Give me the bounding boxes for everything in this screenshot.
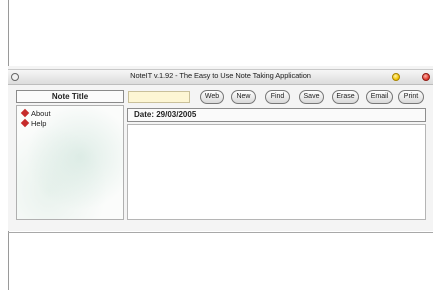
title-bar: NoteIT v.1.92 - The Easy to Use Note Tak… — [8, 69, 433, 85]
note-list: About Help — [16, 105, 124, 220]
note-bullet-icon — [20, 108, 30, 118]
note-text-area[interactable] — [127, 124, 426, 220]
note-item-about[interactable]: About — [20, 108, 51, 118]
note-item-label: Help — [31, 119, 47, 128]
web-button[interactable]: Web — [200, 90, 224, 104]
erase-button[interactable]: Erase — [332, 90, 359, 104]
note-title-input[interactable] — [128, 91, 190, 103]
save-button[interactable]: Save — [299, 90, 324, 104]
find-button[interactable]: Find — [265, 90, 290, 104]
new-button[interactable]: New — [231, 90, 256, 104]
app-window: NoteIT v.1.92 - The Easy to Use Note Tak… — [8, 66, 433, 231]
note-item-label: About — [31, 109, 51, 118]
date-label: Date: 29/03/2005 — [127, 108, 426, 122]
note-bullet-icon — [20, 118, 30, 128]
note-item-help[interactable]: Help — [20, 118, 47, 128]
email-button[interactable]: Email — [366, 90, 393, 104]
window-title: NoteIT v.1.92 - The Easy to Use Note Tak… — [130, 71, 311, 80]
minimize-icon[interactable] — [392, 73, 400, 81]
note-title-header: Note Title — [16, 90, 124, 103]
close-icon[interactable] — [422, 73, 430, 81]
separator-bottom — [8, 232, 433, 233]
print-button[interactable]: Print — [398, 90, 424, 104]
